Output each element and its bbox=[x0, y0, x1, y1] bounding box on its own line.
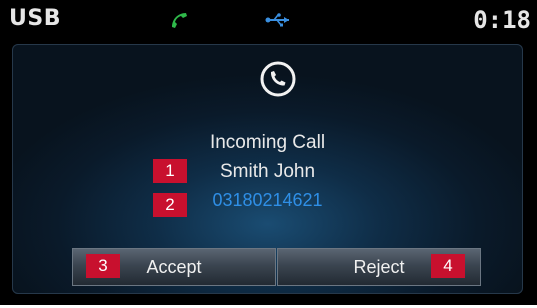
head-unit-screen: USB 0:18 Incoming Call Smith John 031802… bbox=[0, 0, 537, 305]
caller-number: 03180214621 bbox=[212, 190, 323, 210]
clock: 0:18 bbox=[473, 6, 531, 34]
callout-marker-4: 4 bbox=[431, 254, 465, 278]
accept-button-label: Accept bbox=[146, 256, 202, 277]
callout-marker-2: 2 bbox=[153, 193, 187, 217]
call-status-title: Incoming Call bbox=[209, 132, 326, 153]
phone-handset-icon bbox=[168, 9, 190, 35]
phone-circle-icon bbox=[258, 59, 298, 103]
status-bar: USB 0:18 bbox=[0, 0, 537, 38]
callout-marker-1: 1 bbox=[153, 159, 187, 183]
reject-button-label: Reject bbox=[353, 256, 405, 277]
usb-icon bbox=[265, 12, 291, 32]
caller-name: Smith John bbox=[219, 161, 316, 182]
audio-source-label: USB bbox=[9, 6, 61, 31]
callout-marker-3: 3 bbox=[86, 254, 120, 278]
